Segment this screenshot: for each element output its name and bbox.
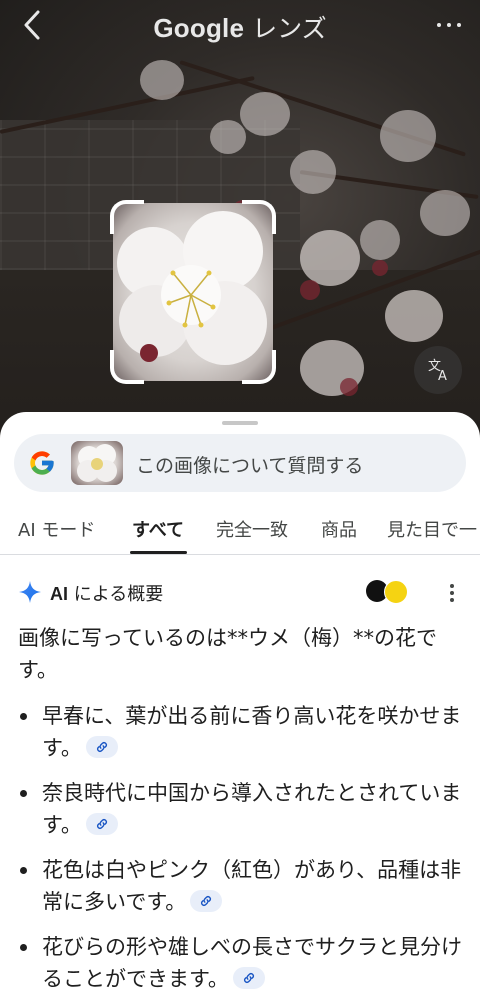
list-item: 花びらの形や雄しべの長さでサクラと見分けることができます。 xyxy=(18,931,462,995)
tab-ai-mode[interactable]: AI モード xyxy=(18,516,95,542)
ai-overview-header: AI による概要 xyxy=(18,578,462,608)
tab-exact-match[interactable]: 完全一致 xyxy=(216,516,288,542)
more-vertical-icon-dot xyxy=(450,598,454,602)
translate-button[interactable]: 文 A xyxy=(414,346,462,394)
more-horizontal-icon-dot xyxy=(457,23,461,27)
ai-overview-title: AI による概要 xyxy=(50,580,163,606)
svg-text:A: A xyxy=(438,369,447,384)
source-avatar[interactable] xyxy=(384,580,408,604)
google-g-logo-icon xyxy=(30,451,54,475)
blossom xyxy=(290,150,336,194)
tab-products[interactable]: 商品 xyxy=(321,516,357,542)
bullet-dot xyxy=(20,713,27,720)
bud xyxy=(372,260,388,276)
blossom xyxy=(380,110,436,162)
bullet-dot xyxy=(20,867,27,874)
more-horizontal-icon xyxy=(437,23,441,27)
top-bar: Google レンズ xyxy=(0,0,480,52)
result-tabs: AI モード すべて 完全一致 商品 見た目で一 xyxy=(0,502,480,555)
lens-image-view[interactable]: 文 A xyxy=(0,0,480,440)
selection-corner-handle[interactable] xyxy=(110,200,144,234)
link-icon xyxy=(96,819,107,829)
blossom xyxy=(140,60,184,100)
bullet-text: 花色は白やピンク（紅色）があり、品種は非常に多いです。 xyxy=(42,858,462,914)
bud xyxy=(300,280,320,300)
active-tab-indicator xyxy=(130,551,187,554)
results-sheet[interactable]: この画像について質問する AI モード すべて 完全一致 商品 見た目で一 AI… xyxy=(0,412,480,991)
lens-label: レンズ xyxy=(252,14,327,43)
google-wordmark: Google xyxy=(153,13,245,43)
list-item: 早春に、葉が出る前に香り高い花を咲かせます。 xyxy=(18,700,462,764)
list-item: 花色は白やピンク（紅色）があり、品種は非常に多いです。 xyxy=(18,854,462,918)
blossom xyxy=(240,92,290,136)
blossom xyxy=(300,230,360,286)
ai-sparkle-icon xyxy=(19,581,41,603)
bullet-dot xyxy=(20,790,27,797)
ai-label: AI xyxy=(50,584,68,604)
selection-corner-handle[interactable] xyxy=(242,200,276,234)
bullet-dot xyxy=(20,944,27,951)
link-icon xyxy=(243,973,254,983)
search-input[interactable]: この画像について質問する xyxy=(136,451,363,478)
search-bar[interactable]: この画像について質問する xyxy=(14,434,466,492)
source-link-button[interactable] xyxy=(232,967,265,989)
link-icon xyxy=(201,896,212,906)
ai-overview-intro: 画像に写っているのは**ウメ（梅）**の花です。 xyxy=(18,626,437,682)
selection-corner-handle[interactable] xyxy=(242,350,276,384)
tab-all[interactable]: すべて xyxy=(132,516,184,542)
tab-visual-matches[interactable]: 見た目で一 xyxy=(387,516,477,542)
query-image-thumbnail[interactable] xyxy=(71,441,123,485)
selection-corner-handle[interactable] xyxy=(110,350,144,384)
link-icon xyxy=(96,742,107,752)
blossom xyxy=(420,190,470,236)
list-item: 奈良時代に中国から導入されたとされています。 xyxy=(18,777,462,841)
overview-label: による概要 xyxy=(73,584,164,605)
ai-overview-menu-button[interactable] xyxy=(446,582,458,604)
blossom xyxy=(360,220,400,260)
more-vertical-icon xyxy=(450,584,454,588)
more-horizontal-icon-dot xyxy=(447,23,451,27)
source-link-button[interactable] xyxy=(190,890,223,912)
sheet-drag-handle[interactable] xyxy=(222,421,258,425)
bud xyxy=(340,378,358,396)
more-vertical-icon-dot xyxy=(450,591,454,595)
source-link-button[interactable] xyxy=(85,736,118,758)
translate-icon: 文 A xyxy=(428,359,447,384)
source-link-button[interactable] xyxy=(85,813,118,835)
page-title: Google レンズ xyxy=(0,9,480,45)
blossom xyxy=(385,290,443,342)
more-options-button[interactable] xyxy=(436,12,462,38)
blossom xyxy=(210,120,246,154)
ai-overview-bullets: 早春に、葉が出る前に香り高い花を咲かせます。 奈良時代に中国から導入されたとされ… xyxy=(18,700,462,1008)
crop-selection-box[interactable] xyxy=(110,200,276,384)
